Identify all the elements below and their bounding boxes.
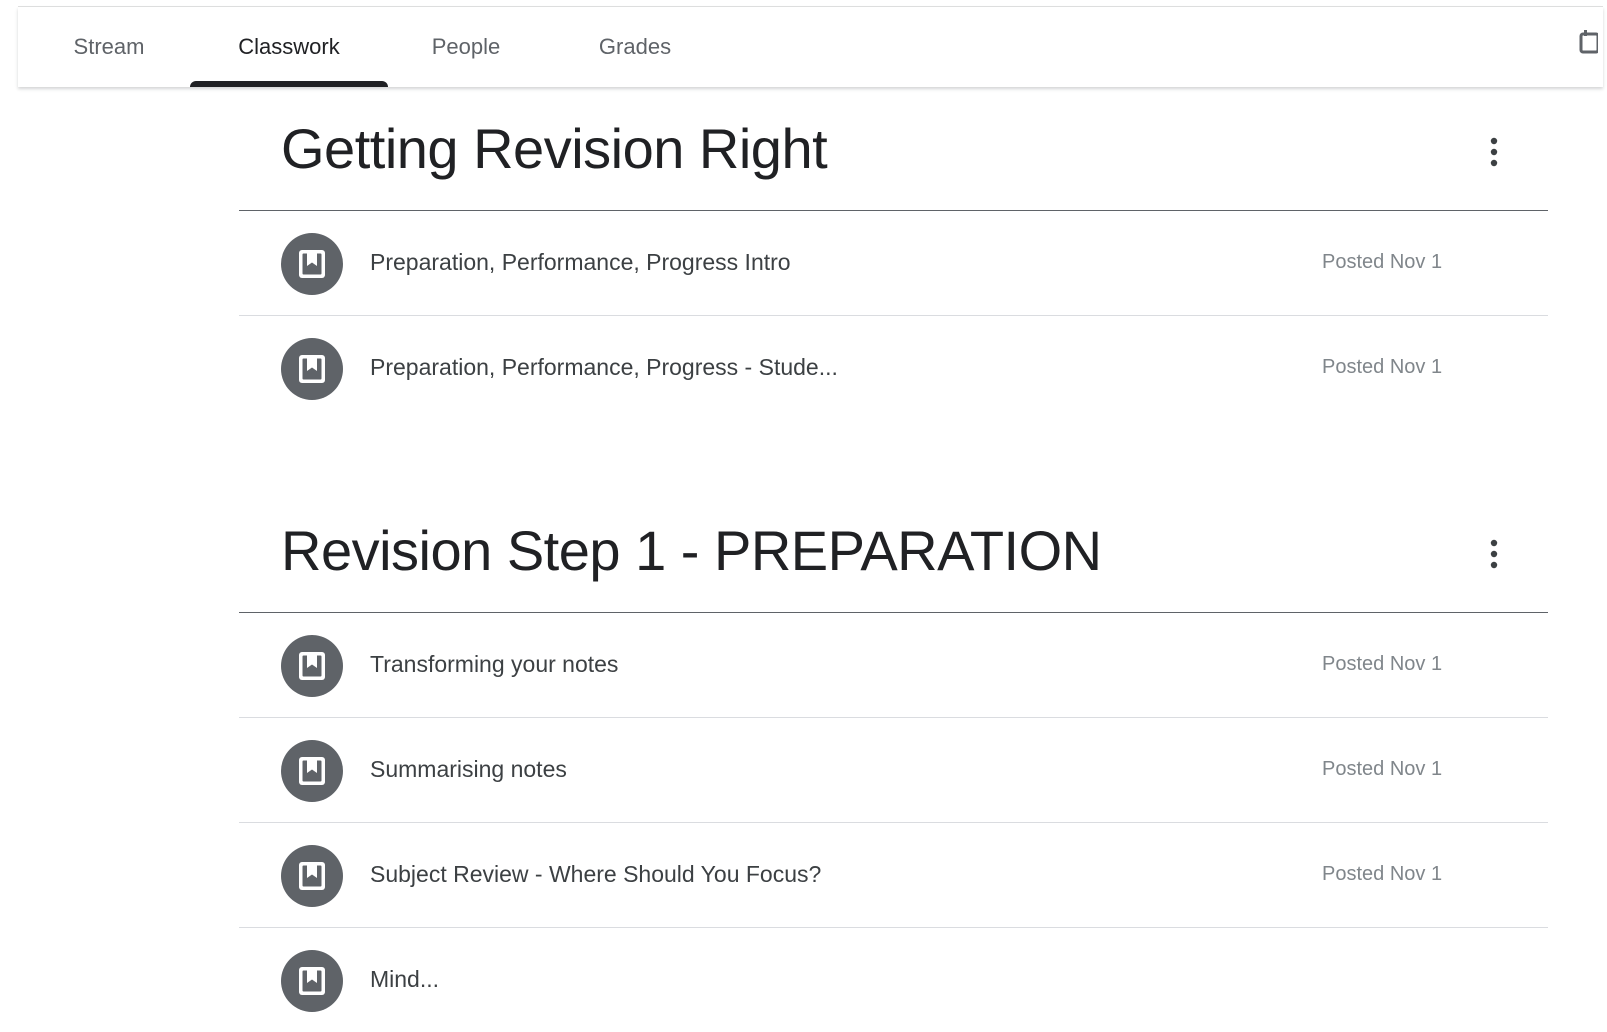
material-icon [281,845,343,907]
item-posted-date: Posted Nov 1 [1322,758,1443,780]
topic-section: Revision Step 1 - PREPARATION Transformi… [239,490,1548,1032]
classwork-item[interactable]: Subject Review - Where Should You Focus?… [239,823,1548,928]
tab-stream[interactable]: Stream [48,7,170,87]
material-icon [281,233,343,295]
item-title: Mind... [370,966,440,992]
material-icon [281,950,343,1012]
item-posted-date: Posted Nov 1 [1322,251,1443,273]
tab-stream-label: Stream [73,34,145,59]
classwork-item[interactable]: Summarising notes Posted Nov 1 [239,718,1548,823]
item-title: Preparation, Performance, Progress - Stu… [370,354,838,380]
more-options-button[interactable] [1482,132,1506,172]
tab-classwork-label: Classwork [238,34,340,59]
material-icon [281,635,343,697]
more-vert-icon [1490,137,1498,167]
item-posted-date: Posted Nov 1 [1322,653,1443,675]
item-title: Subject Review - Where Should You Focus? [370,861,822,887]
item-posted-date: Posted Nov 1 [1322,356,1443,378]
calendar-icon[interactable] [1578,28,1600,54]
material-icon [281,740,343,802]
item-title: Preparation, Performance, Progress Intro [370,249,791,275]
classwork-item[interactable]: Preparation, Performance, Progress - Stu… [239,316,1548,420]
more-options-button[interactable] [1482,534,1506,574]
topic-title[interactable]: Getting Revision Right [281,116,828,181]
tab-people-label: People [431,34,501,59]
classwork-item[interactable]: Preparation, Performance, Progress Intro… [239,211,1548,316]
item-title: Transforming your notes [370,651,619,677]
classwork-item[interactable]: Transforming your notes Posted Nov 1 [239,613,1548,718]
item-title: Summarising notes [370,756,567,782]
topic-title[interactable]: Revision Step 1 - PREPARATION [281,518,1102,583]
class-tab-bar: Stream Classwork People Grades [18,7,1603,87]
active-tab-indicator [190,81,388,87]
topic-header: Getting Revision Right [239,88,1548,211]
tab-grades[interactable]: Grades [570,7,700,87]
tab-grades-label: Grades [598,34,672,59]
classwork-item[interactable]: Mind... [239,928,1548,1032]
material-icon [281,338,343,400]
tab-classwork[interactable]: Classwork [190,7,388,87]
more-vert-icon [1490,539,1498,569]
topic-header: Revision Step 1 - PREPARATION [239,490,1548,613]
item-posted-date: Posted Nov 1 [1322,863,1443,885]
topic-section: Getting Revision Right Preparation, Perf… [239,88,1548,420]
tab-people[interactable]: People [408,7,524,87]
